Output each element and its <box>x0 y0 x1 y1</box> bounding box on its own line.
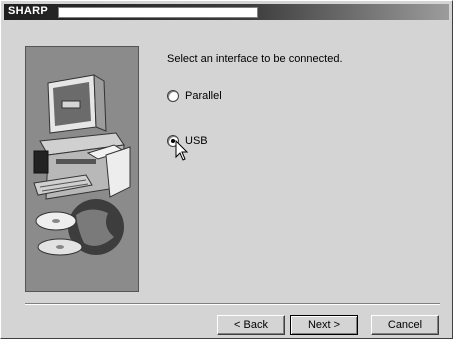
back-button[interactable]: < Back <box>217 315 285 335</box>
setup-illustration <box>25 46 139 292</box>
computer-printer-cd-globe-illustration-icon <box>26 47 138 291</box>
arrow-cursor-icon <box>175 140 189 161</box>
radio-label-parallel[interactable]: Parallel <box>185 90 222 102</box>
title-field <box>58 7 258 18</box>
installer-window: SHARP Select an interface to be connecte… <box>0 0 453 339</box>
interface-prompt: Select an interface to be connected. <box>167 53 343 65</box>
title-bar: SHARP <box>4 4 449 20</box>
radio-button-parallel[interactable] <box>167 90 179 102</box>
radio-parallel[interactable]: Parallel <box>167 90 222 102</box>
cancel-button[interactable]: Cancel <box>371 315 439 335</box>
next-button[interactable]: Next > <box>290 315 358 335</box>
footer-divider <box>25 303 440 305</box>
window-title: SHARP <box>8 5 49 17</box>
